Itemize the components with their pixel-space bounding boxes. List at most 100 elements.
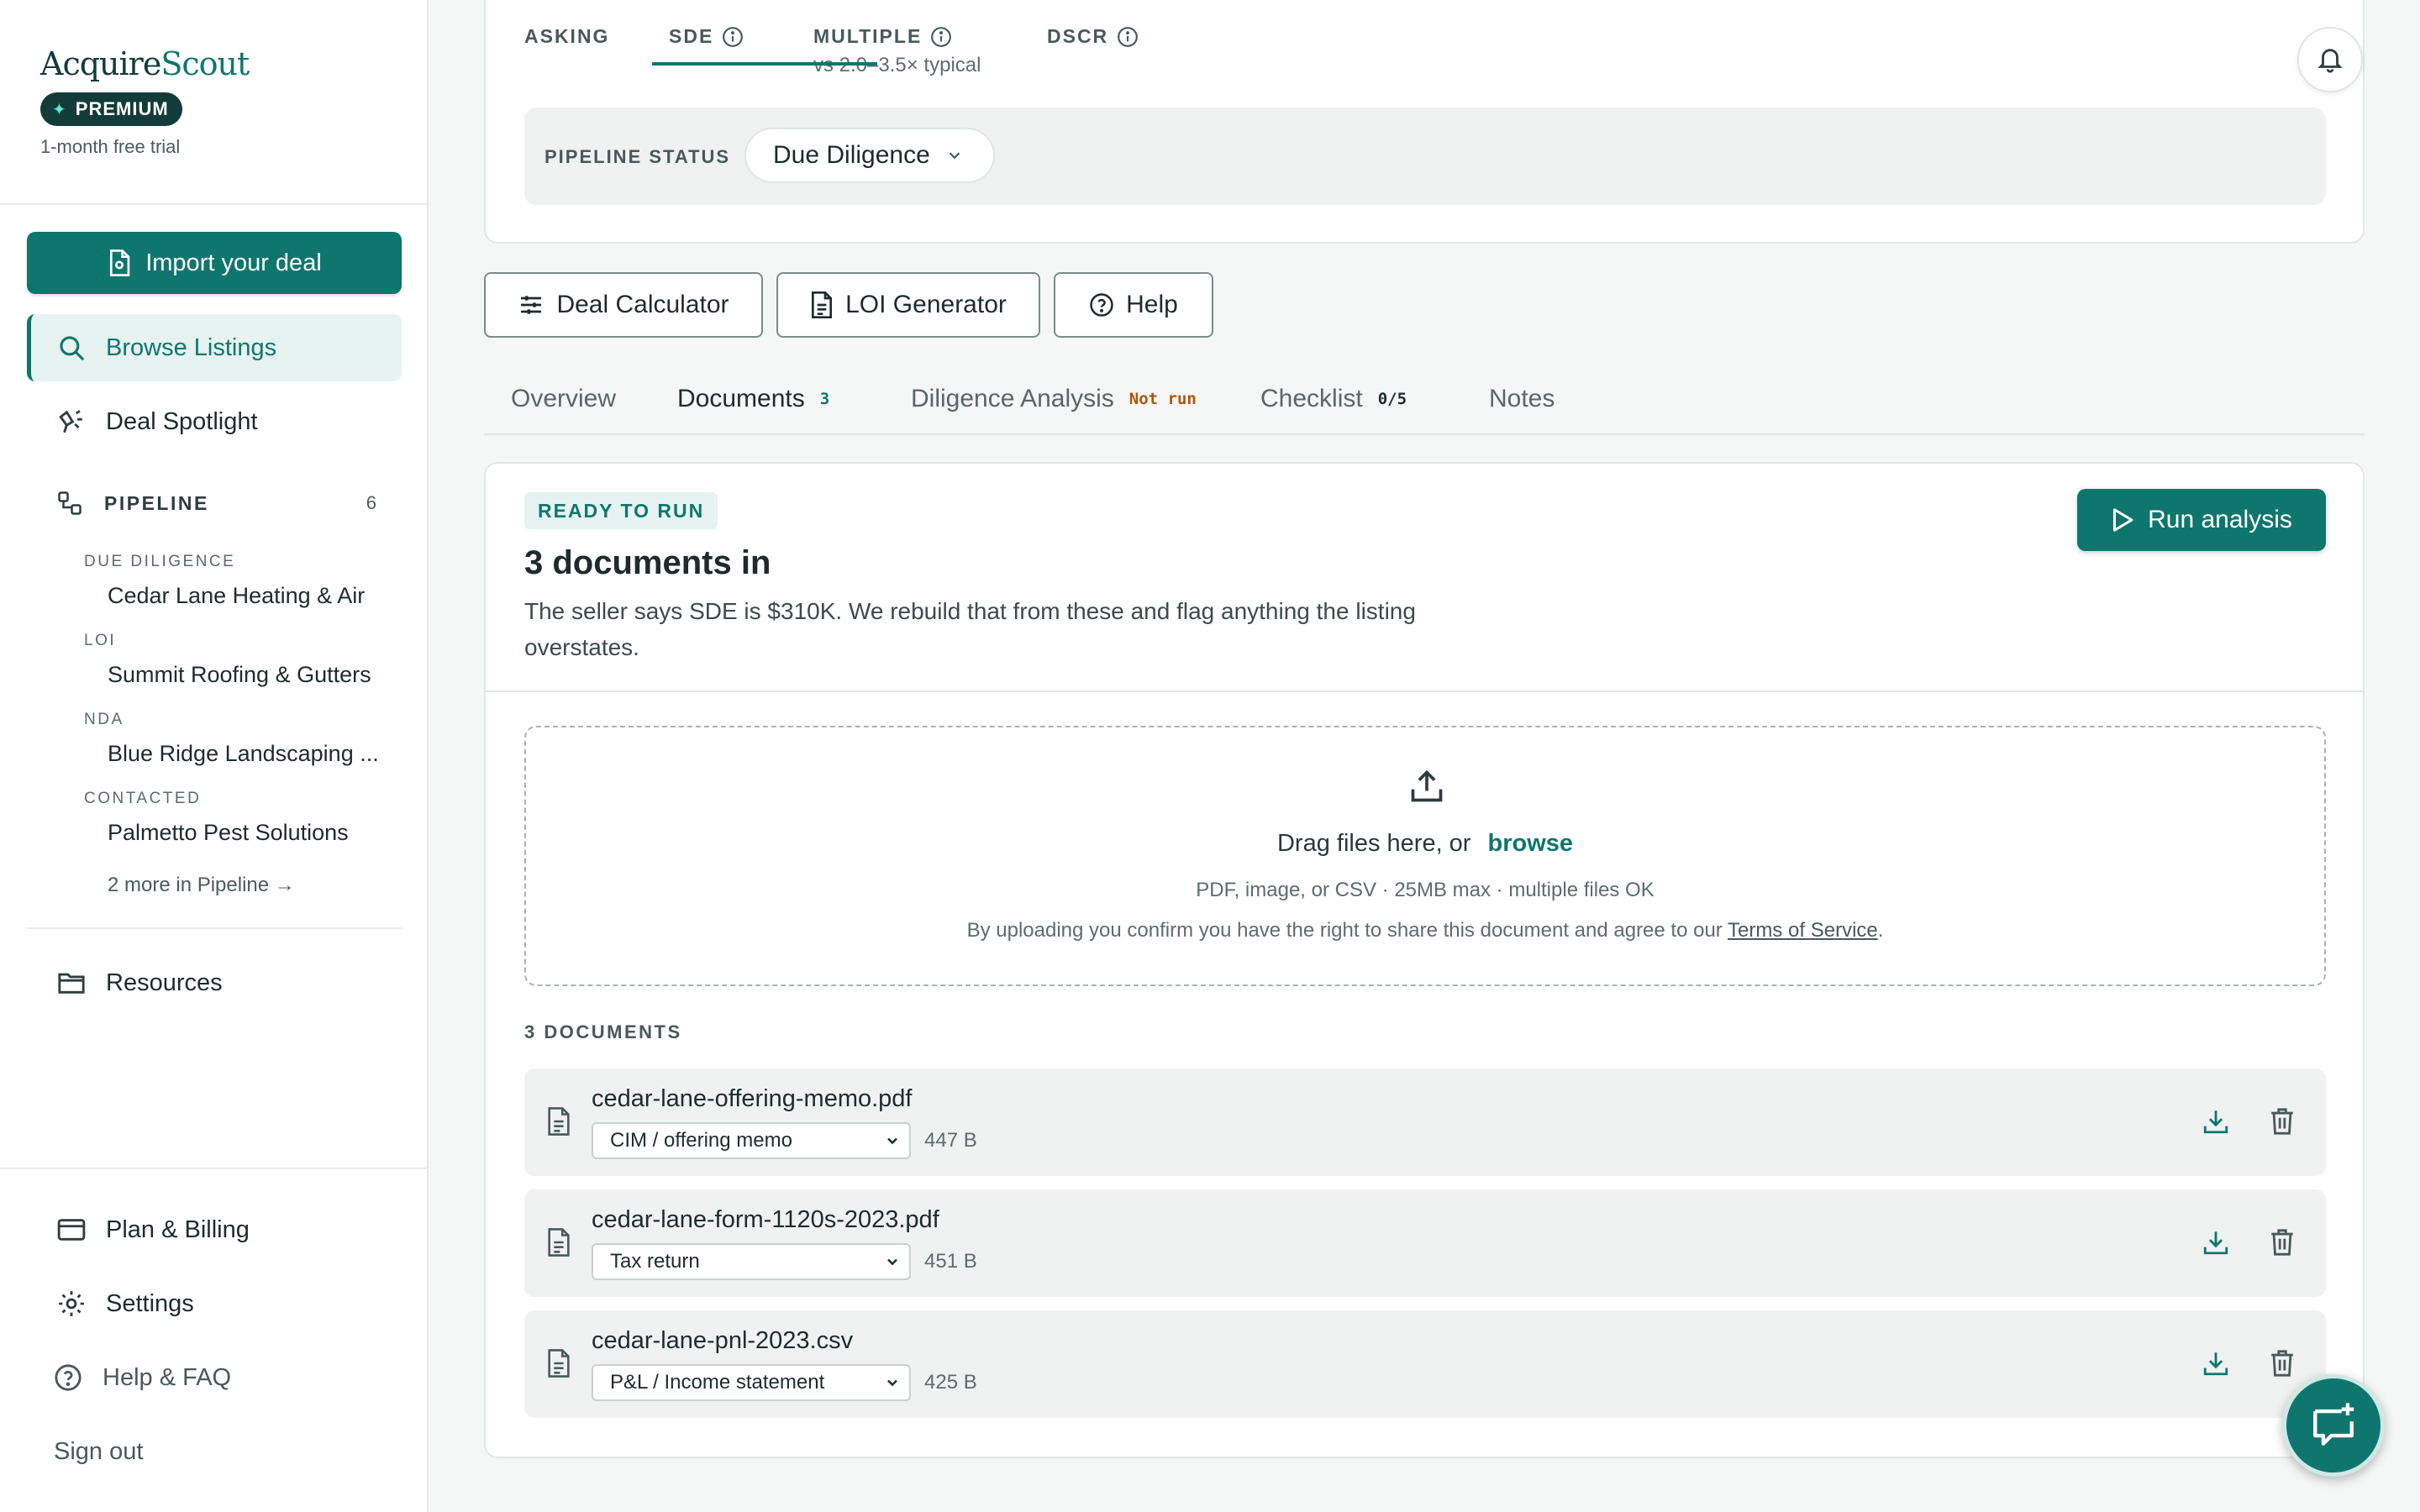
- download-icon[interactable]: [2202, 1349, 2230, 1378]
- multiple-comparison-text: vs 2.0–3.5× typical: [813, 54, 981, 76]
- document-filename: cedar-lane-offering-memo.pdf: [592, 1085, 913, 1112]
- file-icon: [548, 1349, 570, 1378]
- tab-label: Diligence Analysis: [911, 385, 1114, 412]
- documents-description: The seller says SDE is $310K. We rebuild…: [524, 598, 1416, 660]
- chat-icon: [2313, 1403, 2354, 1446]
- trash-icon[interactable]: [2269, 1107, 2296, 1136]
- tab-diligence-analysis[interactable]: Diligence Analysis Not run: [911, 385, 1197, 413]
- sidebar-item-help-faq[interactable]: Help & FAQ: [27, 1344, 402, 1411]
- sidebar-item-resources[interactable]: Resources: [27, 949, 402, 1016]
- card-divider: [486, 690, 2365, 692]
- sidebar-item-plan-billing[interactable]: Plan & Billing: [27, 1196, 402, 1263]
- help-button[interactable]: Help: [1054, 272, 1213, 338]
- bell-icon: [2317, 49, 2343, 73]
- browse-link[interactable]: browse: [1487, 830, 1573, 857]
- premium-badge-label: PREMIUM: [75, 98, 169, 119]
- legal-text: By uploading you confirm you have the ri…: [966, 919, 1723, 942]
- tab-checklist[interactable]: Checklist 0/5: [1260, 385, 1407, 413]
- pipeline-status-bar: PIPELINE STATUS Due Diligence: [524, 108, 2326, 205]
- pipeline-count: 6: [366, 492, 376, 513]
- logo-text-scout: Scout: [160, 45, 250, 82]
- chevron-down-icon: [887, 1379, 897, 1387]
- sidebar-divider: [27, 927, 402, 929]
- deal-calculator-label: Deal Calculator: [556, 291, 729, 318]
- pipeline-deal-link[interactable]: Blue Ridge Landscaping ...: [108, 741, 379, 767]
- more-in-pipeline-link[interactable]: 2 more in Pipeline →: [108, 874, 295, 897]
- document-type-select[interactable]: P&L / Income statement: [592, 1364, 911, 1401]
- tab-documents[interactable]: Documents 3: [677, 385, 829, 413]
- tab-label: Notes: [1489, 385, 1555, 412]
- sidebar-item-label: Browse Listings: [106, 333, 277, 361]
- document-icon: [110, 249, 130, 276]
- search-icon: [60, 336, 85, 361]
- pipeline-section-header[interactable]: PIPELINE 6: [57, 491, 376, 516]
- sign-out-link[interactable]: Sign out: [27, 1418, 402, 1485]
- download-icon[interactable]: [2202, 1228, 2230, 1257]
- document-size: 425 B: [924, 1371, 977, 1394]
- document-type-value: Tax return: [610, 1250, 700, 1273]
- sidebar-item-label: Help & FAQ: [103, 1363, 232, 1391]
- pipeline-status-label: PIPELINE STATUS: [544, 146, 731, 167]
- upload-icon: [1411, 769, 1443, 802]
- sidebar-item-settings[interactable]: Settings: [27, 1270, 402, 1337]
- metric-asking-label: ASKING: [524, 25, 610, 47]
- sidebar-divider: [0, 203, 429, 205]
- metric-multiple: MULTIPLE: [813, 25, 952, 48]
- sidebar-item-label: Resources: [106, 969, 223, 996]
- run-analysis-button[interactable]: Run analysis: [2077, 489, 2326, 551]
- logo[interactable]: AcquireScout: [40, 45, 250, 82]
- pipeline-stage-label: LOI: [84, 632, 117, 649]
- sidebar-item-deal-spotlight[interactable]: Deal Spotlight: [27, 388, 402, 455]
- pipeline-status-select[interactable]: Due Diligence: [744, 128, 995, 183]
- sidebar: AcquireScout ✦ PREMIUM 1-month free tria…: [0, 0, 429, 1512]
- help-label: Help: [1126, 291, 1178, 318]
- metric-asking: ASKING: [524, 25, 609, 48]
- notifications-button[interactable]: [2297, 27, 2363, 92]
- tab-notes[interactable]: Notes: [1489, 385, 1555, 413]
- sidebar-divider: [0, 1168, 429, 1169]
- metric-dscr-label: DSCR: [1047, 25, 1109, 47]
- info-icon[interactable]: [930, 26, 952, 48]
- document-icon: [812, 291, 833, 318]
- download-icon[interactable]: [2202, 1107, 2230, 1136]
- chat-button[interactable]: [2282, 1374, 2385, 1477]
- logo-text-acquire: Acquire: [40, 45, 161, 82]
- trash-icon[interactable]: [2269, 1349, 2296, 1378]
- metric-sde-label: SDE: [669, 25, 714, 47]
- pipeline-deal-link[interactable]: Palmetto Pest Solutions: [108, 820, 349, 846]
- trial-text: 1-month free trial: [40, 136, 181, 157]
- sliders-icon: [521, 296, 542, 314]
- documents-title: 3 documents in: [524, 544, 771, 581]
- spotlight-icon: [59, 410, 82, 433]
- checklist-progress-badge: 0/5: [1377, 390, 1407, 408]
- deal-tabs: Overview Documents 3 Diligence Analysis …: [484, 370, 2365, 435]
- info-icon[interactable]: [722, 26, 744, 48]
- sidebar-item-browse-listings[interactable]: Browse Listings: [27, 314, 402, 381]
- chevron-down-icon: [949, 152, 960, 160]
- document-row: cedar-lane-offering-memo.pdf CIM / offer…: [524, 1068, 2326, 1176]
- tab-overview[interactable]: Overview: [511, 385, 616, 413]
- info-icon[interactable]: [1117, 26, 1139, 48]
- help-circle-icon: [55, 1364, 82, 1391]
- pipeline-deal-link[interactable]: Summit Roofing & Gutters: [108, 662, 371, 688]
- chevron-down-icon: [887, 1137, 897, 1145]
- import-deal-button[interactable]: Import your deal: [27, 232, 402, 294]
- document-type-select[interactable]: CIM / offering memo: [592, 1122, 911, 1159]
- sidebar-item-label: Plan & Billing: [106, 1215, 250, 1243]
- pipeline-deal-link[interactable]: Cedar Lane Heating & Air: [108, 583, 365, 609]
- pipeline-icon: [58, 491, 82, 515]
- trash-icon[interactable]: [2269, 1228, 2296, 1257]
- sign-out-label: Sign out: [54, 1437, 144, 1465]
- metric-multiple-label: MULTIPLE: [813, 25, 923, 47]
- pipeline-stage-label: NDA: [84, 711, 124, 728]
- document-type-select[interactable]: Tax return: [592, 1243, 911, 1280]
- deal-calculator-button[interactable]: Deal Calculator: [484, 272, 763, 338]
- gear-icon: [59, 1291, 84, 1316]
- status-badge: READY TO RUN: [524, 492, 718, 529]
- document-filename: cedar-lane-form-1120s-2023.pdf: [592, 1206, 939, 1233]
- diligence-status-badge: Not run: [1128, 390, 1197, 408]
- loi-generator-button[interactable]: LOI Generator: [776, 272, 1040, 338]
- terms-of-service-link[interactable]: Terms of Service: [1728, 919, 1878, 942]
- pipeline-stage-label: CONTACTED: [84, 790, 202, 807]
- file-dropzone[interactable]: Drag files here, or browse PDF, image, or…: [524, 726, 2326, 986]
